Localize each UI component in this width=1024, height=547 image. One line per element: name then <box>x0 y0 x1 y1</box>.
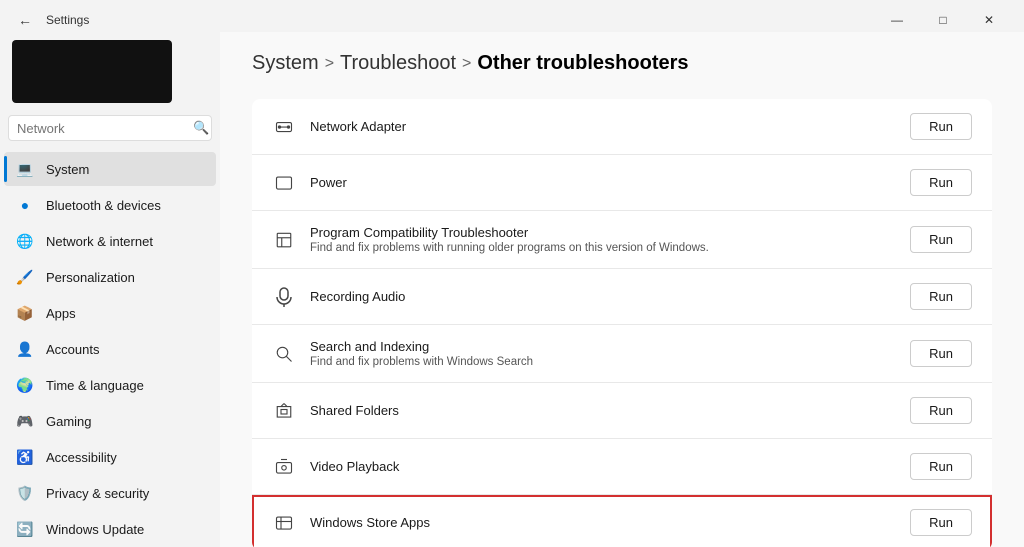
program-compat-desc: Find and fix problems with running older… <box>310 242 896 254</box>
shared-folders-title: Shared Folders <box>310 403 896 418</box>
ts-item-shared-folders: Shared Folders Run <box>252 383 992 439</box>
sidebar-item-accessibility[interactable]: ♿ Accessibility <box>4 440 216 474</box>
run-program-compat-button[interactable]: Run <box>910 226 972 253</box>
breadcrumb-sep-1: > <box>325 55 334 73</box>
sidebar-label-bluetooth: Bluetooth & devices <box>46 198 161 213</box>
ts-item-recording-audio: Recording Audio Run <box>252 269 992 325</box>
recording-audio-title: Recording Audio <box>310 289 896 304</box>
sidebar-item-privacy[interactable]: 🛡️ Privacy & security <box>4 476 216 510</box>
app-body: 🔍 💻 System ● Bluetooth & devices 🌐 Netwo… <box>0 32 1024 547</box>
network-adapter-title: Network Adapter <box>310 119 896 134</box>
apps-icon: 📦 <box>16 304 34 322</box>
search-indexing-desc: Find and fix problems with Windows Searc… <box>310 356 896 368</box>
sidebar-item-bluetooth[interactable]: ● Bluetooth & devices <box>4 188 216 222</box>
sidebar-label-accessibility: Accessibility <box>46 450 117 465</box>
sidebar-label-network: Network & internet <box>46 234 153 249</box>
search-indexing-icon <box>272 342 296 366</box>
sidebar-item-system[interactable]: 💻 System <box>4 152 216 186</box>
search-indexing-info: Search and Indexing Find and fix problem… <box>310 339 896 368</box>
sidebar-item-gaming[interactable]: 🎮 Gaming <box>4 404 216 438</box>
sidebar-label-update: Windows Update <box>46 522 144 537</box>
back-icon[interactable]: ← <box>12 10 38 30</box>
run-recording-audio-button[interactable]: Run <box>910 283 972 310</box>
breadcrumb-sep-2: > <box>462 55 471 73</box>
breadcrumb-troubleshoot[interactable]: Troubleshoot <box>340 52 456 75</box>
accounts-icon: 👤 <box>16 340 34 358</box>
sidebar-label-system: System <box>46 162 89 177</box>
sidebar: 🔍 💻 System ● Bluetooth & devices 🌐 Netwo… <box>0 32 220 547</box>
update-icon: 🔄 <box>16 520 34 538</box>
video-playback-info: Video Playback <box>310 459 896 474</box>
power-icon <box>272 171 296 195</box>
sidebar-item-time[interactable]: 🌍 Time & language <box>4 368 216 402</box>
gaming-icon: 🎮 <box>16 412 34 430</box>
sidebar-label-time: Time & language <box>46 378 144 393</box>
program-compat-title: Program Compatibility Troubleshooter <box>310 225 896 240</box>
run-video-playback-button[interactable]: Run <box>910 453 972 480</box>
windows-store-icon <box>272 511 296 535</box>
breadcrumb-current: Other troubleshooters <box>477 52 688 75</box>
program-compat-info: Program Compatibility Troubleshooter Fin… <box>310 225 896 254</box>
ts-item-video-playback: Video Playback Run <box>252 439 992 495</box>
video-playback-icon <box>272 455 296 479</box>
breadcrumb-system[interactable]: System <box>252 52 319 75</box>
system-icon: 💻 <box>16 160 34 178</box>
power-info: Power <box>310 175 896 190</box>
shared-folders-info: Shared Folders <box>310 403 896 418</box>
sidebar-label-personalization: Personalization <box>46 270 135 285</box>
time-icon: 🌍 <box>16 376 34 394</box>
title-bar-left: ← Settings <box>12 10 89 30</box>
ts-item-program-compat: Program Compatibility Troubleshooter Fin… <box>252 211 992 269</box>
personalization-icon: 🖌️ <box>16 268 34 286</box>
windows-store-info: Windows Store Apps <box>310 515 896 530</box>
run-shared-folders-button[interactable]: Run <box>910 397 972 424</box>
sidebar-label-gaming: Gaming <box>46 414 92 429</box>
video-playback-title: Video Playback <box>310 459 896 474</box>
run-search-indexing-button[interactable]: Run <box>910 340 972 367</box>
title-bar: ← Settings — □ ✕ <box>0 0 1024 32</box>
run-network-adapter-button[interactable]: Run <box>910 113 972 140</box>
ts-item-windows-store: Windows Store Apps Run <box>252 495 992 547</box>
network-adapter-icon <box>272 115 296 139</box>
sidebar-item-apps[interactable]: 📦 Apps <box>4 296 216 330</box>
sidebar-label-privacy: Privacy & security <box>46 486 149 501</box>
ts-item-network-adapter: Network Adapter Run <box>252 99 992 155</box>
run-power-button[interactable]: Run <box>910 169 972 196</box>
search-indexing-title: Search and Indexing <box>310 339 896 354</box>
troubleshooter-list: Network Adapter Run Power Run <box>252 99 992 547</box>
search-box[interactable]: 🔍 <box>8 115 212 141</box>
windows-store-title: Windows Store Apps <box>310 515 896 530</box>
search-input[interactable] <box>17 121 193 136</box>
sidebar-item-network[interactable]: 🌐 Network & internet <box>4 224 216 258</box>
ts-item-search-indexing: Search and Indexing Find and fix problem… <box>252 325 992 383</box>
sidebar-item-accounts[interactable]: 👤 Accounts <box>4 332 216 366</box>
power-title: Power <box>310 175 896 190</box>
title-bar-title: Settings <box>46 13 89 27</box>
sidebar-label-apps: Apps <box>46 306 76 321</box>
run-windows-store-button[interactable]: Run <box>910 509 972 536</box>
shared-folders-icon <box>272 399 296 423</box>
sidebar-item-update[interactable]: 🔄 Windows Update <box>4 512 216 546</box>
recording-audio-info: Recording Audio <box>310 289 896 304</box>
privacy-icon: 🛡️ <box>16 484 34 502</box>
breadcrumb: System > Troubleshoot > Other troublesho… <box>252 52 992 75</box>
search-icon: 🔍 <box>193 120 209 136</box>
accessibility-icon: ♿ <box>16 448 34 466</box>
network-icon: 🌐 <box>16 232 34 250</box>
sidebar-avatar <box>12 40 172 103</box>
bluetooth-icon: ● <box>16 196 34 214</box>
network-adapter-info: Network Adapter <box>310 119 896 134</box>
sidebar-label-accounts: Accounts <box>46 342 99 357</box>
program-compat-icon <box>272 228 296 252</box>
sidebar-item-personalization[interactable]: 🖌️ Personalization <box>4 260 216 294</box>
main-content: System > Troubleshoot > Other troublesho… <box>220 32 1024 547</box>
recording-audio-icon <box>272 285 296 309</box>
ts-item-power: Power Run <box>252 155 992 211</box>
